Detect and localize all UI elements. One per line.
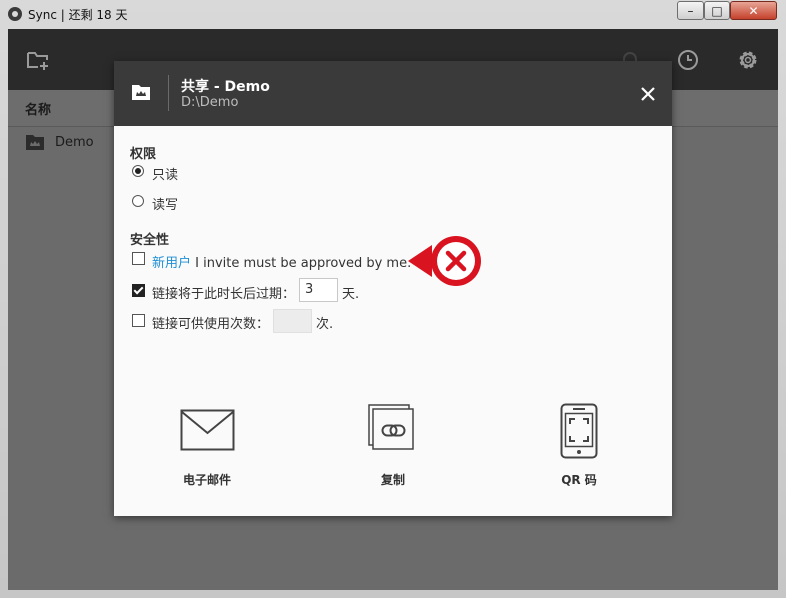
qr-label: QR 码 bbox=[561, 473, 597, 487]
link-expire-checkbox[interactable] bbox=[132, 284, 145, 297]
read-only-label[interactable]: 只读 bbox=[152, 164, 178, 183]
approve-users-checkbox[interactable] bbox=[132, 252, 145, 265]
minimize-button[interactable]: – bbox=[677, 1, 704, 20]
approve-users-label: 新用户 I invite must be approved by me. bbox=[152, 252, 411, 271]
uses-count-input[interactable] bbox=[273, 309, 312, 333]
close-window-button[interactable]: ✕ bbox=[730, 1, 777, 20]
read-write-label[interactable]: 读写 bbox=[152, 194, 178, 213]
title-bar[interactable]: Sync | 还剩 18 天 – □ ✕ bbox=[0, 0, 786, 28]
radio-read-only[interactable] bbox=[132, 165, 144, 177]
link-uses-label: 链接可供使用次数： bbox=[152, 317, 270, 332]
dialog-title: 共享 - Demo bbox=[181, 79, 270, 95]
settings-gear-icon[interactable] bbox=[735, 47, 761, 73]
envelope-icon bbox=[180, 409, 235, 451]
share-email-option[interactable]: 电子邮件 bbox=[147, 401, 267, 487]
email-label: 电子邮件 bbox=[182, 473, 231, 487]
link-expire-label: 链接将于此时长后过期： bbox=[152, 287, 296, 302]
dialog-header: 共享 - Demo D:\Demo bbox=[114, 61, 672, 126]
approve-text: I invite must be approved by me. bbox=[191, 256, 412, 271]
uses-unit: 次. bbox=[316, 317, 334, 332]
folder-name: Demo bbox=[55, 135, 94, 150]
shared-folder-icon bbox=[132, 85, 150, 100]
share-dialog: 共享 - Demo D:\Demo 权限 只读 读写 安全性 新用户 I inv… bbox=[114, 61, 672, 516]
close-dialog-icon[interactable] bbox=[639, 85, 657, 103]
share-copy-option[interactable]: 复制 bbox=[333, 401, 453, 487]
error-callout-icon bbox=[408, 236, 481, 286]
sync-logo-icon bbox=[8, 7, 22, 21]
qr-phone-icon bbox=[560, 403, 598, 459]
header-divider bbox=[168, 75, 169, 111]
expire-days-input[interactable]: 3 bbox=[299, 278, 338, 302]
window-title: Sync | 还剩 18 天 bbox=[28, 8, 128, 22]
folder-path: D:\Demo bbox=[181, 95, 239, 110]
security-heading: 安全性 bbox=[130, 233, 170, 248]
maximize-button[interactable]: □ bbox=[704, 1, 730, 20]
link-uses-checkbox[interactable] bbox=[132, 314, 145, 327]
new-users-link[interactable]: 新用户 bbox=[152, 256, 191, 271]
permissions-heading: 权限 bbox=[130, 147, 157, 162]
expire-unit: 天. bbox=[342, 287, 360, 302]
copy-link-icon bbox=[368, 404, 414, 450]
shared-folder-icon bbox=[26, 135, 44, 150]
copy-label: 复制 bbox=[380, 473, 405, 487]
share-qr-option[interactable]: QR 码 bbox=[519, 401, 639, 487]
history-clock-icon[interactable] bbox=[675, 47, 701, 73]
radio-read-write[interactable] bbox=[132, 195, 144, 207]
add-folder-icon[interactable] bbox=[25, 47, 51, 73]
app-window: Sync | 还剩 18 天 – □ ✕ 名称 Demo 共享 - Demo D… bbox=[0, 0, 786, 598]
